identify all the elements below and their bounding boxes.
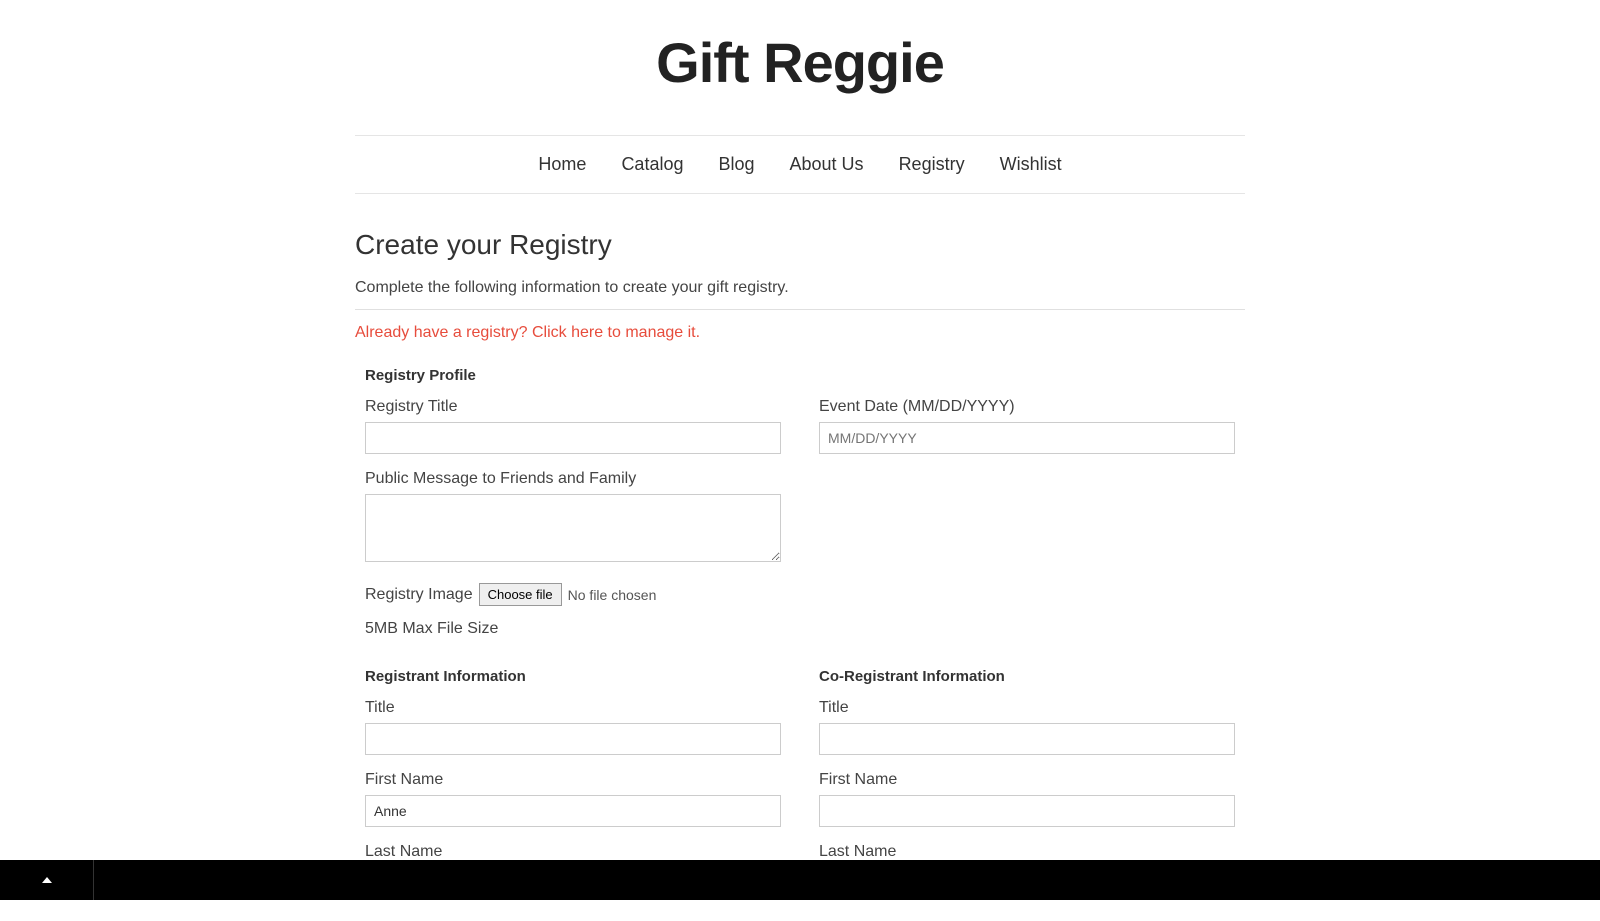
registrant-first-name-input[interactable]	[365, 795, 781, 827]
chevron-up-icon	[42, 877, 52, 883]
nav-registry[interactable]: Registry	[899, 154, 965, 175]
section-coregistrant: Co-Registrant Information	[809, 668, 1245, 685]
nav-catalog[interactable]: Catalog	[621, 154, 683, 175]
page-heading: Create your Registry	[355, 229, 1245, 261]
bottom-bar	[0, 860, 1600, 900]
file-size-note: 5MB Max File Size	[365, 620, 781, 638]
registry-title-input[interactable]	[365, 422, 781, 454]
registrant-first-name-label: First Name	[365, 771, 781, 789]
nav-wishlist[interactable]: Wishlist	[1000, 154, 1062, 175]
choose-file-button[interactable]: Choose file	[479, 583, 562, 606]
registrant-last-name-label: Last Name	[365, 843, 781, 861]
main-nav: Home Catalog Blog About Us Registry Wish…	[355, 136, 1245, 193]
page-subtitle: Complete the following information to cr…	[355, 279, 1245, 297]
scroll-top-button[interactable]	[0, 860, 94, 900]
main-nav-wrapper: Home Catalog Blog About Us Registry Wish…	[355, 135, 1245, 194]
coregistrant-title-label: Title	[819, 699, 1235, 717]
coregistrant-first-name-label: First Name	[819, 771, 1235, 789]
coregistrant-first-name-input[interactable]	[819, 795, 1235, 827]
registrant-title-label: Title	[365, 699, 781, 717]
section-registry-profile: Registry Profile	[355, 367, 1245, 384]
registry-title-label: Registry Title	[365, 398, 781, 416]
file-status-text: No file chosen	[568, 587, 657, 603]
nav-blog[interactable]: Blog	[718, 154, 754, 175]
site-title: Gift Reggie	[0, 0, 1600, 115]
event-date-input[interactable]	[819, 422, 1235, 454]
registrant-title-input[interactable]	[365, 723, 781, 755]
coregistrant-last-name-label: Last Name	[819, 843, 1235, 861]
manage-registry-link[interactable]: Already have a registry? Click here to m…	[355, 324, 700, 342]
public-message-textarea[interactable]	[365, 494, 781, 562]
registry-image-label: Registry Image	[365, 586, 473, 604]
nav-home[interactable]: Home	[538, 154, 586, 175]
nav-about-us[interactable]: About Us	[790, 154, 864, 175]
public-message-label: Public Message to Friends and Family	[365, 470, 781, 488]
section-registrant: Registrant Information	[355, 668, 791, 685]
divider	[355, 309, 1245, 310]
event-date-label: Event Date (MM/DD/YYYY)	[819, 398, 1235, 416]
coregistrant-title-input[interactable]	[819, 723, 1235, 755]
